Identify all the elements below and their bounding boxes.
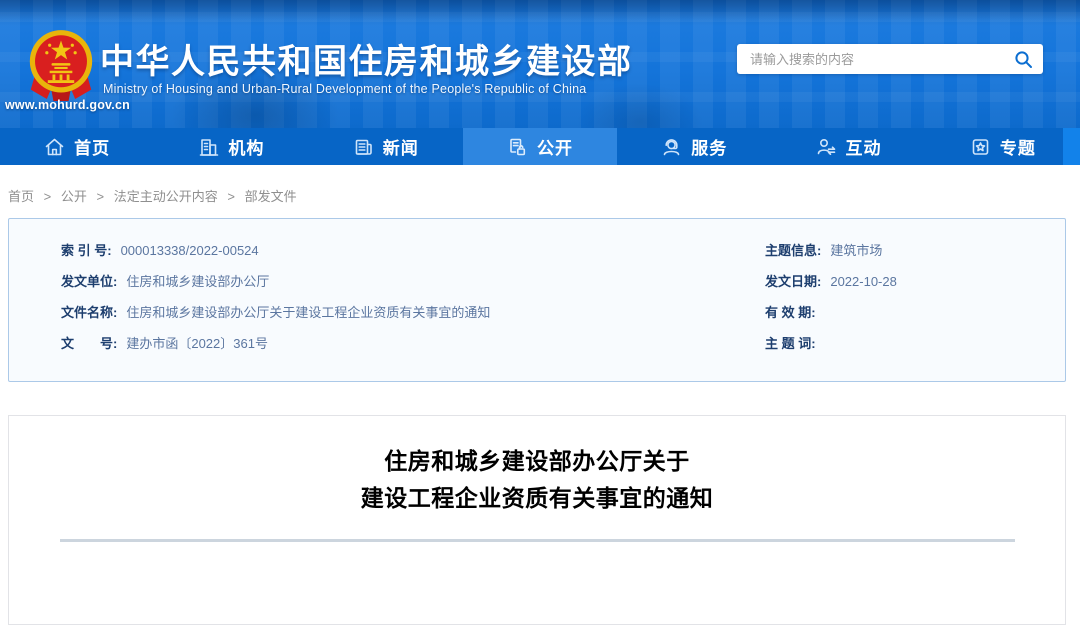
interaction-icon xyxy=(817,138,835,155)
meta-row-issuing-unit: 发文单位: 住房和城乡建设部办公厅 xyxy=(61,274,765,289)
meta-value: 000013338/2022-00524 xyxy=(120,243,259,258)
meta-value: 住房和城乡建设部办公厅关于建设工程企业资质有关事宜的通知 xyxy=(126,305,491,320)
meta-row-file-name: 文件名称: 住房和城乡建设部办公厅关于建设工程企业资质有关事宜的通知 xyxy=(61,305,765,320)
news-icon xyxy=(355,139,372,155)
nav-label: 公开 xyxy=(536,139,573,158)
nav-label: 服务 xyxy=(691,139,728,158)
search-icon xyxy=(1014,50,1032,68)
document-title-line2: 建设工程企业资质有关事宜的通知 xyxy=(360,485,714,511)
nav-right-strip xyxy=(1063,128,1080,165)
building-icon xyxy=(200,138,219,156)
meta-row-index-number: 索 引 号: 000013338/2022-00524 xyxy=(61,243,765,258)
nav-item-services[interactable]: 服务 xyxy=(617,128,771,165)
meta-row-topic-info: 主题信息: 建筑市场 xyxy=(765,243,1065,258)
meta-column-left: 索 引 号: 000013338/2022-00524 发文单位: 住房和城乡建… xyxy=(9,243,765,381)
header-top-shade xyxy=(0,0,1080,26)
meta-value: 住房和城乡建设部办公厅 xyxy=(126,274,270,289)
meta-column-right: 主题信息: 建筑市场 发文日期: 2022-10-28 有 效 期: 主 题 词… xyxy=(765,243,1065,381)
document-title-line1: 住房和城乡建设部办公厅关于 xyxy=(384,448,690,474)
search-button[interactable] xyxy=(1003,44,1043,74)
service-icon xyxy=(663,138,680,155)
nav-item-home[interactable]: 首页 xyxy=(0,128,154,165)
breadcrumb-statutory-content[interactable]: 法定主动公开内容 xyxy=(114,189,218,204)
breadcrumb-separator: > xyxy=(227,189,235,204)
search-input[interactable] xyxy=(737,51,1003,67)
main-navigation: 首页 机构 新闻 公开 服务 互动 专题 xyxy=(0,128,1080,165)
meta-label: 文 号: xyxy=(61,336,118,351)
nav-label: 互动 xyxy=(845,139,882,158)
disclosure-icon xyxy=(510,138,526,155)
meta-label: 主题信息: xyxy=(765,243,822,258)
site-header: www.mohurd.gov.cn 中华人民共和国住房和城乡建设部 Minist… xyxy=(0,0,1080,128)
nav-item-org[interactable]: 机构 xyxy=(154,128,308,165)
nav-label: 首页 xyxy=(74,139,111,158)
meta-label: 发文单位: xyxy=(61,274,118,289)
nav-item-interaction[interactable]: 互动 xyxy=(771,128,925,165)
meta-value: 建筑市场 xyxy=(830,243,883,258)
site-subtitle-english: Ministry of Housing and Urban-Rural Deve… xyxy=(103,82,587,96)
breadcrumb-separator: > xyxy=(43,189,52,204)
nav-item-disclosure[interactable]: 公开 xyxy=(462,128,618,165)
meta-value: 建办市函〔2022〕361号 xyxy=(126,336,268,351)
breadcrumb: 首页 > 公开 > 法定主动公开内容 > 部发文件 xyxy=(0,165,1080,218)
national-emblem-logo xyxy=(29,30,93,101)
meta-label: 索 引 号: xyxy=(61,243,112,258)
topic-icon xyxy=(972,138,989,155)
site-title: 中华人民共和国住房和城乡建设部 xyxy=(100,43,633,81)
meta-row-document-number: 文 号: 建办市函〔2022〕361号 xyxy=(61,336,765,351)
meta-row-keywords: 主 题 词: xyxy=(765,336,1065,351)
site-url: www.mohurd.gov.cn xyxy=(5,98,130,112)
nav-item-news[interactable]: 新闻 xyxy=(309,128,463,165)
breadcrumb-disclosure[interactable]: 公开 xyxy=(61,189,87,204)
meta-value: 2022-10-28 xyxy=(830,274,897,289)
meta-row-issue-date: 发文日期: 2022-10-28 xyxy=(765,274,1065,289)
document-meta-card: 索 引 号: 000013338/2022-00524 发文单位: 住房和城乡建… xyxy=(8,218,1066,382)
meta-label: 发文日期: xyxy=(765,274,822,289)
search-box xyxy=(737,44,1043,74)
nav-label: 机构 xyxy=(228,139,265,158)
document-content-card: 住房和城乡建设部办公厅关于 建设工程企业资质有关事宜的通知 xyxy=(8,415,1066,625)
meta-label: 主 题 词: xyxy=(765,336,816,351)
meta-row-validity: 有 效 期: xyxy=(765,305,1065,320)
breadcrumb-current: 部发文件 xyxy=(244,189,297,204)
breadcrumb-home[interactable]: 首页 xyxy=(8,189,34,204)
meta-label: 有 效 期: xyxy=(765,305,816,320)
home-icon xyxy=(45,138,64,155)
breadcrumb-separator: > xyxy=(96,189,105,204)
meta-label: 文件名称: xyxy=(61,305,118,320)
nav-item-topics[interactable]: 专题 xyxy=(926,128,1080,165)
nav-label: 专题 xyxy=(999,139,1036,158)
nav-label: 新闻 xyxy=(382,139,419,158)
